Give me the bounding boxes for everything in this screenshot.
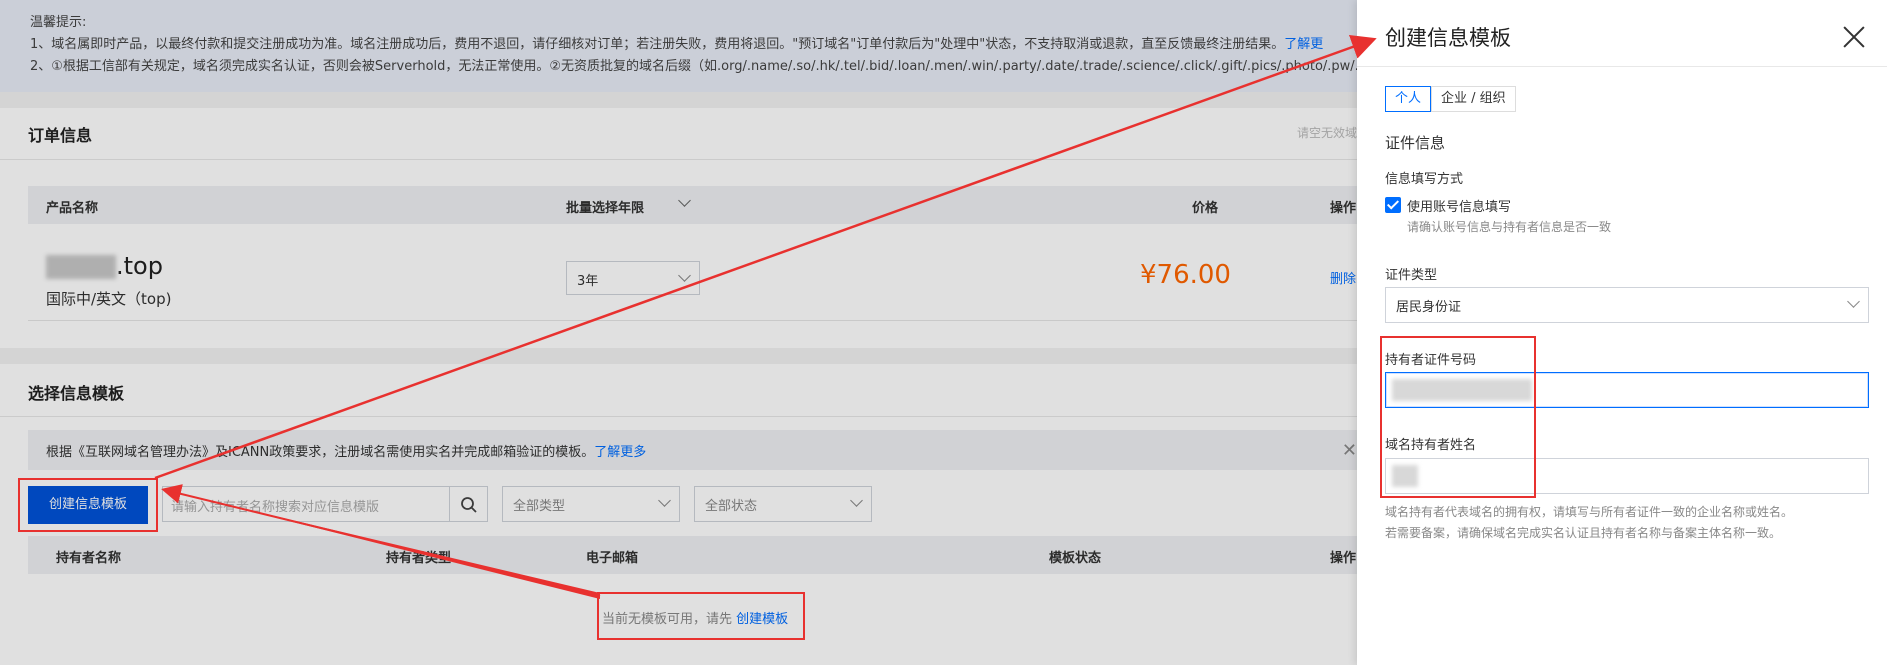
tab-personal[interactable]: 个人 [1385, 86, 1432, 112]
row-divider [28, 320, 1357, 321]
template-table-header: 持有者名称 持有者类型 电子邮箱 模板状态 操作 [28, 536, 1357, 574]
domain-name-blurred [46, 255, 116, 279]
drawer-title: 创建信息模板 [1385, 26, 1511, 50]
domain-name: .top [46, 252, 163, 280]
order-title-divider [0, 159, 1357, 160]
search-input[interactable]: 请输入持有者名称搜索对应信息模版 [162, 486, 450, 522]
clear-invalid-hint[interactable]: 请空无效域 [1297, 124, 1357, 141]
notice-line-2: 2、①根据工信部有关规定，域名须完成实名认证，否则会被Serverhold，无法… [30, 59, 1357, 74]
years-select[interactable]: 3年 [566, 261, 700, 295]
search-button[interactable] [450, 486, 488, 522]
chevron-down-icon [678, 269, 691, 282]
delete-link[interactable]: 删除 [1330, 268, 1356, 287]
search-icon [461, 497, 477, 513]
order-table-header: 产品名称 批量选择年限 价格 操作 [28, 186, 1357, 224]
fill-method-label: 信息填写方式 [1385, 172, 1464, 187]
annotation-box-create-button [18, 478, 158, 532]
notice-learn-more-link[interactable]: 了解更 [1284, 37, 1323, 52]
chevron-down-icon[interactable] [678, 194, 691, 207]
order-title: 订单信息 [28, 126, 93, 145]
domain-desc: 国际中/英文（top) [46, 290, 172, 308]
header-email: 电子邮箱 [586, 551, 639, 566]
header-template-action: 操作 [1330, 551, 1357, 566]
header-product: 产品名称 [46, 201, 99, 216]
template-info-banner: 根据《互联网域名管理办法》及ICANN政策要求，注册域名需使用实名并完成邮箱验证… [28, 430, 1357, 470]
type-filter-select[interactable]: 全部类型 [502, 486, 680, 522]
holder-hint-2: 若需要备案，请确保域名完成实名认证且持有者名称与备案主体名称一致。 [1385, 526, 1782, 540]
template-title-divider [0, 416, 1357, 417]
chevron-down-icon [658, 494, 671, 507]
notice-banner: 温馨提示: 1、域名属即时产品，以最终付款和提交注册成功为准。域名注册成功后，费… [0, 0, 1357, 92]
order-card: 订单信息 请空无效域 产品名称 批量选择年限 价格 操作 .top 国际中/英文… [0, 108, 1357, 348]
header-years[interactable]: 批量选择年限 [566, 197, 644, 216]
use-account-checkbox[interactable] [1385, 197, 1401, 213]
header-price: 价格 [1192, 201, 1219, 216]
header-action: 操作 [1330, 201, 1357, 216]
order-row: .top 国际中/英文（top) 3年 ¥76.00 删除 [28, 224, 1357, 330]
header-holder-type: 持有者类型 [386, 551, 452, 566]
info-learn-more-link[interactable]: 了解更多 [594, 445, 646, 460]
use-account-label[interactable]: 使用账号信息填写 [1407, 196, 1511, 215]
status-filter-select[interactable]: 全部状态 [694, 486, 872, 522]
cert-type-select[interactable]: 居民身份证 [1385, 287, 1869, 323]
notice-line-1: 1、域名属即时产品，以最终付款和提交注册成功为准。域名注册成功后，费用不退回，请… [30, 37, 1324, 52]
chevron-down-icon [850, 494, 863, 507]
notice-title: 温馨提示: [30, 15, 87, 30]
price-value: ¥76.00 [1140, 260, 1231, 290]
template-title: 选择信息模板 [28, 384, 125, 403]
create-template-drawer: 创建信息模板 个人 企业 / 组织 证件信息 信息填写方式 使用账号信息填写 请… [1357, 0, 1887, 665]
close-icon[interactable] [1843, 26, 1865, 48]
annotation-box-empty-state [597, 592, 805, 640]
tab-organization[interactable]: 企业 / 组织 [1431, 86, 1516, 112]
chevron-down-icon [1847, 295, 1860, 308]
holder-hint-1: 域名持有者代表域名的拥有权，请填写与所有者证件一致的企业名称或姓名。 [1385, 505, 1794, 519]
section-title: 证件信息 [1385, 134, 1446, 152]
drawer-divider [1357, 66, 1887, 67]
header-holder-name: 持有者名称 [56, 551, 122, 566]
search-placeholder: 请输入持有者名称搜索对应信息模版 [171, 500, 380, 515]
cert-type-label: 证件类型 [1385, 268, 1438, 283]
close-icon[interactable]: ✕ [1342, 440, 1357, 461]
use-account-hint: 请确认账号信息与持有者信息是否一致 [1407, 220, 1612, 234]
annotation-box-holder-fields [1380, 336, 1536, 498]
header-status: 模板状态 [1049, 551, 1102, 566]
